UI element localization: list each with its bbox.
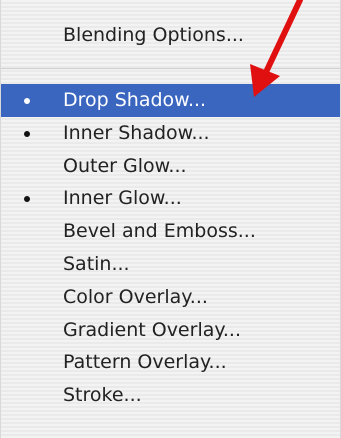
menu-item-blending-options[interactable]: Blending Options... bbox=[1, 18, 340, 52]
menu-item-label: Color Overlay... bbox=[63, 285, 208, 308]
layer-style-menu: Blending Options... Drop Shadow... Inner… bbox=[0, 0, 341, 438]
menu-item-label: Inner Shadow... bbox=[63, 121, 210, 144]
menu-item-label: Satin... bbox=[63, 252, 130, 275]
menu-item-label: Outer Glow... bbox=[63, 154, 187, 177]
menu-item-pattern-overlay[interactable]: Pattern Overlay... bbox=[1, 346, 340, 379]
menu-item-gradient-overlay[interactable]: Gradient Overlay... bbox=[1, 314, 340, 347]
menu-item-label: Inner Glow... bbox=[63, 187, 182, 210]
checked-bullet-icon bbox=[24, 196, 30, 203]
menu-item-color-overlay[interactable]: Color Overlay... bbox=[1, 281, 340, 314]
menu-effects-list: Drop Shadow... Inner Shadow... Outer Glo… bbox=[1, 84, 340, 412]
menu-item-label: Pattern Overlay... bbox=[63, 351, 227, 374]
menu-item-label: Stroke... bbox=[63, 384, 142, 407]
checked-bullet-icon bbox=[24, 98, 30, 104]
menu-item-drop-shadow[interactable]: Drop Shadow... bbox=[1, 84, 340, 117]
menu-item-inner-shadow[interactable]: Inner Shadow... bbox=[1, 117, 340, 150]
menu-item-stroke[interactable]: Stroke... bbox=[1, 379, 340, 412]
menu-item-label: Blending Options... bbox=[63, 24, 244, 46]
menu-item-label: Bevel and Emboss... bbox=[63, 220, 256, 243]
menu-item-outer-glow[interactable]: Outer Glow... bbox=[1, 150, 340, 183]
checked-bullet-icon bbox=[24, 130, 30, 137]
menu-item-label: Gradient Overlay... bbox=[63, 318, 242, 341]
menu-item-satin[interactable]: Satin... bbox=[1, 248, 340, 281]
menu-item-inner-glow[interactable]: Inner Glow... bbox=[1, 182, 340, 215]
menu-separator bbox=[1, 68, 340, 69]
menu-item-label: Drop Shadow... bbox=[63, 89, 207, 111]
menu-item-bevel-and-emboss[interactable]: Bevel and Emboss... bbox=[1, 215, 340, 248]
